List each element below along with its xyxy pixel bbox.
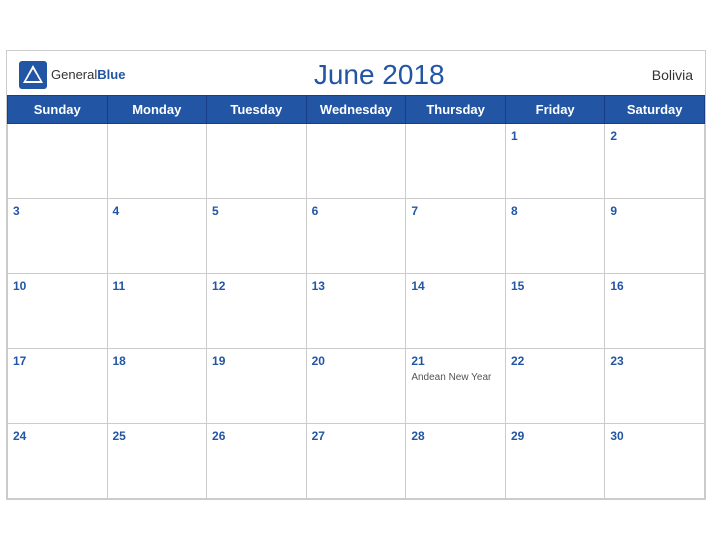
day-number: 29 [511, 429, 524, 443]
logo-icon [19, 61, 47, 89]
calendar-cell: 8 [505, 199, 604, 274]
calendar-cell: 19 [207, 349, 307, 424]
calendar-cell: 17 [8, 349, 108, 424]
day-number: 21 [411, 354, 424, 368]
logo: GeneralBlue [19, 61, 125, 89]
weekday-header-row: Sunday Monday Tuesday Wednesday Thursday… [8, 96, 705, 124]
day-number: 7 [411, 204, 418, 218]
calendar-cell: 3 [8, 199, 108, 274]
calendar-table: Sunday Monday Tuesday Wednesday Thursday… [7, 95, 705, 499]
day-number: 30 [610, 429, 623, 443]
day-number: 24 [13, 429, 26, 443]
calendar-cell: 20 [306, 349, 406, 424]
header-friday: Friday [505, 96, 604, 124]
calendar-cell: 18 [107, 349, 207, 424]
calendar-cell: 28 [406, 424, 506, 499]
day-number: 23 [610, 354, 623, 368]
day-number: 13 [312, 279, 325, 293]
calendar-cell: 12 [207, 274, 307, 349]
calendar-cell: 10 [8, 274, 108, 349]
day-number: 22 [511, 354, 524, 368]
day-number: 15 [511, 279, 524, 293]
header-thursday: Thursday [406, 96, 506, 124]
day-number: 3 [13, 204, 20, 218]
day-number: 17 [13, 354, 26, 368]
calendar-cell: 16 [605, 274, 705, 349]
day-number: 2 [610, 129, 617, 143]
day-number: 5 [212, 204, 219, 218]
calendar-cell [306, 124, 406, 199]
calendar-cell: 25 [107, 424, 207, 499]
header-wednesday: Wednesday [306, 96, 406, 124]
week-row-1: 12 [8, 124, 705, 199]
calendar-cell: 24 [8, 424, 108, 499]
day-number: 14 [411, 279, 424, 293]
calendar-title: June 2018 [125, 59, 633, 91]
header-saturday: Saturday [605, 96, 705, 124]
calendar-cell: 14 [406, 274, 506, 349]
logo-text: GeneralBlue [51, 66, 125, 84]
header-sunday: Sunday [8, 96, 108, 124]
calendar-cell: 5 [207, 199, 307, 274]
day-number: 25 [113, 429, 126, 443]
calendar-cell: 13 [306, 274, 406, 349]
day-number: 4 [113, 204, 120, 218]
day-number: 11 [113, 279, 126, 293]
calendar-cell: 11 [107, 274, 207, 349]
day-number: 8 [511, 204, 518, 218]
calendar-cell: 2 [605, 124, 705, 199]
calendar-cell: 4 [107, 199, 207, 274]
calendar-cell [8, 124, 108, 199]
calendar-cell: 26 [207, 424, 307, 499]
calendar-country: Bolivia [633, 67, 693, 83]
header-tuesday: Tuesday [207, 96, 307, 124]
day-number: 12 [212, 279, 225, 293]
calendar-cell: 7 [406, 199, 506, 274]
calendar-cell: 22 [505, 349, 604, 424]
calendar-cell: 9 [605, 199, 705, 274]
day-number: 18 [113, 354, 126, 368]
day-number: 19 [212, 354, 225, 368]
calendar-cell: 29 [505, 424, 604, 499]
day-number: 26 [212, 429, 225, 443]
week-row-3: 10 11 12 13 14 15 16 [8, 274, 705, 349]
day-number: 10 [13, 279, 26, 293]
day-number: 28 [411, 429, 424, 443]
event-label: Andean New Year [411, 372, 500, 383]
calendar-cell: 23 [605, 349, 705, 424]
day-number: 6 [312, 204, 319, 218]
calendar-cell: 6 [306, 199, 406, 274]
calendar-cell [107, 124, 207, 199]
calendar-cell: 15 [505, 274, 604, 349]
day-number: 9 [610, 204, 617, 218]
day-number: 16 [610, 279, 623, 293]
calendar-cell: 1 [505, 124, 604, 199]
week-row-2: 3 4 5 6 7 8 9 [8, 199, 705, 274]
calendar-container: GeneralBlue June 2018 Bolivia Sunday Mon… [6, 50, 706, 500]
calendar-header: GeneralBlue June 2018 Bolivia [7, 51, 705, 95]
calendar-cell [406, 124, 506, 199]
day-number: 20 [312, 354, 325, 368]
calendar-cell: 27 [306, 424, 406, 499]
header-monday: Monday [107, 96, 207, 124]
calendar-cell [207, 124, 307, 199]
week-row-5: 24 25 26 27 28 29 30 [8, 424, 705, 499]
calendar-cell: 30 [605, 424, 705, 499]
calendar-cell: 21 Andean New Year [406, 349, 506, 424]
day-number: 1 [511, 129, 518, 143]
day-number: 27 [312, 429, 325, 443]
week-row-4: 17 18 19 20 21 Andean New Year 22 23 [8, 349, 705, 424]
